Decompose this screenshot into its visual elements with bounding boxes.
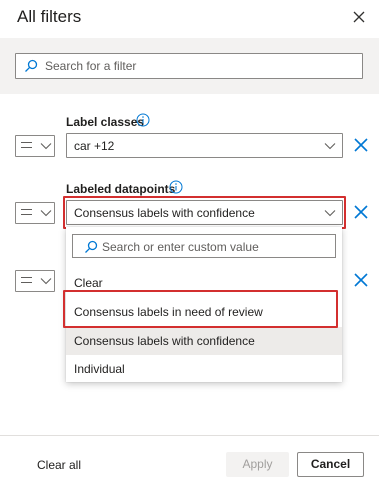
menu-item-label: Clear [74,276,103,290]
dropdown-value: car +12 [74,139,115,153]
chevron-down-icon [324,143,336,150]
menu-search-input[interactable]: Search or enter custom value [72,234,336,258]
close-icon [354,205,368,219]
search-icon [25,59,38,72]
menu-item-label: Consensus labels in need of review [74,305,263,319]
operator-dropdown[interactable] [15,202,55,224]
clear-all-link[interactable]: Clear all [37,458,81,472]
dropdown-menu: Search or enter custom value Clear Conse… [66,227,342,382]
filter-label-label-classes: Label classes [66,115,145,129]
equals-icon [21,142,32,148]
menu-item-clear[interactable]: Clear [66,269,342,297]
menu-item-individual[interactable]: Individual [66,355,342,383]
close-panel-button[interactable] [350,8,368,26]
close-icon [354,273,368,287]
menu-item-label: Consensus labels with confidence [74,334,255,348]
remove-filter-button[interactable] [353,204,369,220]
filter-label-labeled-datapoints: Labeled datapoints [66,182,176,196]
cancel-button[interactable]: Cancel [297,452,364,477]
labeled-datapoints-dropdown[interactable]: Consensus labels with confidence [66,200,343,225]
menu-item-label: Individual [74,362,125,376]
panel-title: All filters [17,7,82,26]
chevron-down-icon [40,143,52,150]
equals-icon [21,277,32,283]
search-icon [85,240,98,253]
all-filters-panel: All filters Search for a filter Label cl… [0,0,379,488]
chevron-up-icon [324,210,336,217]
footer-divider [0,435,379,436]
info-icon[interactable] [136,113,150,127]
close-icon [353,11,365,23]
dropdown-value: Consensus labels with confidence [74,206,255,220]
close-icon [354,138,368,152]
remove-filter-button[interactable] [353,272,369,288]
chevron-down-icon [40,210,52,217]
search-placeholder: Search for a filter [45,59,137,73]
equals-icon [21,209,32,215]
remove-filter-button[interactable] [353,137,369,153]
apply-button[interactable]: Apply [226,452,289,477]
label-classes-dropdown[interactable]: car +12 [66,133,343,158]
menu-item-consensus-review[interactable]: Consensus labels in need of review [66,298,342,326]
filter-search-input[interactable]: Search for a filter [15,53,363,79]
menu-search-placeholder: Search or enter custom value [102,240,259,254]
operator-dropdown[interactable] [15,135,55,157]
operator-dropdown[interactable] [15,270,55,292]
menu-item-consensus-confidence[interactable]: Consensus labels with confidence [66,327,342,355]
info-icon[interactable] [169,180,183,194]
chevron-down-icon [40,278,52,285]
